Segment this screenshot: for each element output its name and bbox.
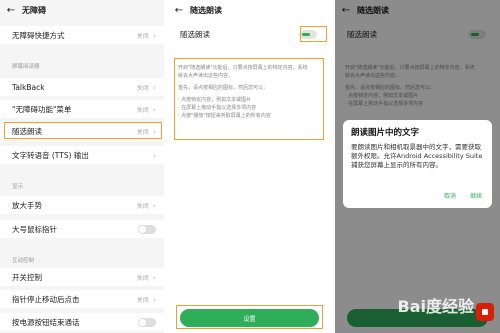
row-label: 无障碍快捷方式 [12,30,65,40]
row-value: 关闭 [136,202,149,210]
row-label: 指针停止移动后点击 [12,294,80,304]
chevron-right-icon: › [152,200,156,210]
settings-row-tts-output[interactable]: 文字转语音 (TTS) 输出 › [0,146,164,164]
back-arrow-icon[interactable]: ← [168,5,190,16]
watermark-logo-icon [476,303,494,321]
section-header: 互动控制 [12,258,35,264]
page-title: 随选朗读 [190,5,222,15]
settings-row-switch-access[interactable]: 开关控制 关闭 › [0,268,164,286]
settings-row-shortcut[interactable]: 无障碍快捷方式 关闭 › [0,26,164,44]
row-value: 关闭 [136,106,149,114]
select-to-speak-panel: ← 随选朗读 随选朗读 开启"随选朗读"功能后，只要点按屏幕上的特定内容，系统 … [168,0,331,333]
row-value: 关闭 [136,84,149,92]
row-label: 按电源按钮结束通话 [12,317,80,327]
power-ends-call-toggle[interactable] [138,317,156,327]
chevron-right-icon: › [152,294,156,304]
watermark-text: Bai度经验 [397,297,474,316]
settings-row-talkback[interactable]: TalkBack 关闭 › [0,78,164,96]
cancel-button[interactable]: 取消 [444,191,456,200]
row-label: 文字转语音 (TTS) 输出 [12,150,89,160]
continue-button[interactable]: 继续 [470,191,482,200]
dialog-body: 要朗读图片和相机取景器中的文字，需要获取额外权限。允许Android Acces… [351,143,483,169]
top-bar: ← 随选朗读 [168,0,331,20]
chevron-right-icon: › [152,272,156,282]
row-label: TalkBack [12,82,45,92]
row-value: 关闭 [136,274,149,282]
row-value: 关闭 [136,296,149,304]
chevron-right-icon: › [152,82,156,92]
chevron-right-icon: › [152,30,156,40]
settings-row-accessibility-menu[interactable]: "无障碍功能"菜单 关闭 › [0,100,164,118]
row-label: 放大手势 [12,200,42,210]
select-to-speak-dialog-panel: ← 随选朗读 随选朗读 开启"随选朗读"功能后，只要点按屏幕上的特定内容，系统 … [335,0,500,333]
settings-row-power-ends-call[interactable]: 按电源按钮结束通话 [0,313,164,331]
settings-row-large-pointer[interactable]: 大号鼠标指针 [0,220,164,238]
settings-row-magnification[interactable]: 放大手势 关闭 › [0,196,164,214]
section-header: 显示 [12,184,24,190]
highlight-box [176,305,323,329]
dialog-actions: 取消 继续 [444,191,482,200]
chevron-right-icon: › [152,150,156,160]
chevron-right-icon: › [152,104,156,114]
large-pointer-toggle[interactable] [138,224,156,234]
row-label: 开关控制 [12,272,42,282]
permission-dialog: 朗读图片中的文字 要朗读图片和相机取景器中的文字，需要获取额外权限。允许Andr… [343,120,492,208]
section-header: 屏幕阅读器 [12,64,40,70]
accessibility-settings-panel: ← 无障碍 无障碍快捷方式 关闭 › 屏幕阅读器 TalkBack 关闭 › "… [0,0,164,333]
highlight-box [174,58,324,140]
back-arrow-icon[interactable]: ← [0,5,22,16]
highlight-box [300,26,327,42]
row-label: 大号鼠标指针 [12,224,57,234]
dialog-title: 朗读图片中的文字 [351,128,420,138]
page-title: 无障碍 [22,5,46,15]
top-bar: ← 无障碍 [0,0,164,20]
row-value: 关闭 [136,32,149,40]
settings-row-dwell-click[interactable]: 指针停止移动后点击 关闭 › [0,290,164,308]
row-label: "无障碍功能"菜单 [12,104,72,114]
switch-label: 随选朗读 [180,29,210,39]
highlight-box [4,122,162,139]
